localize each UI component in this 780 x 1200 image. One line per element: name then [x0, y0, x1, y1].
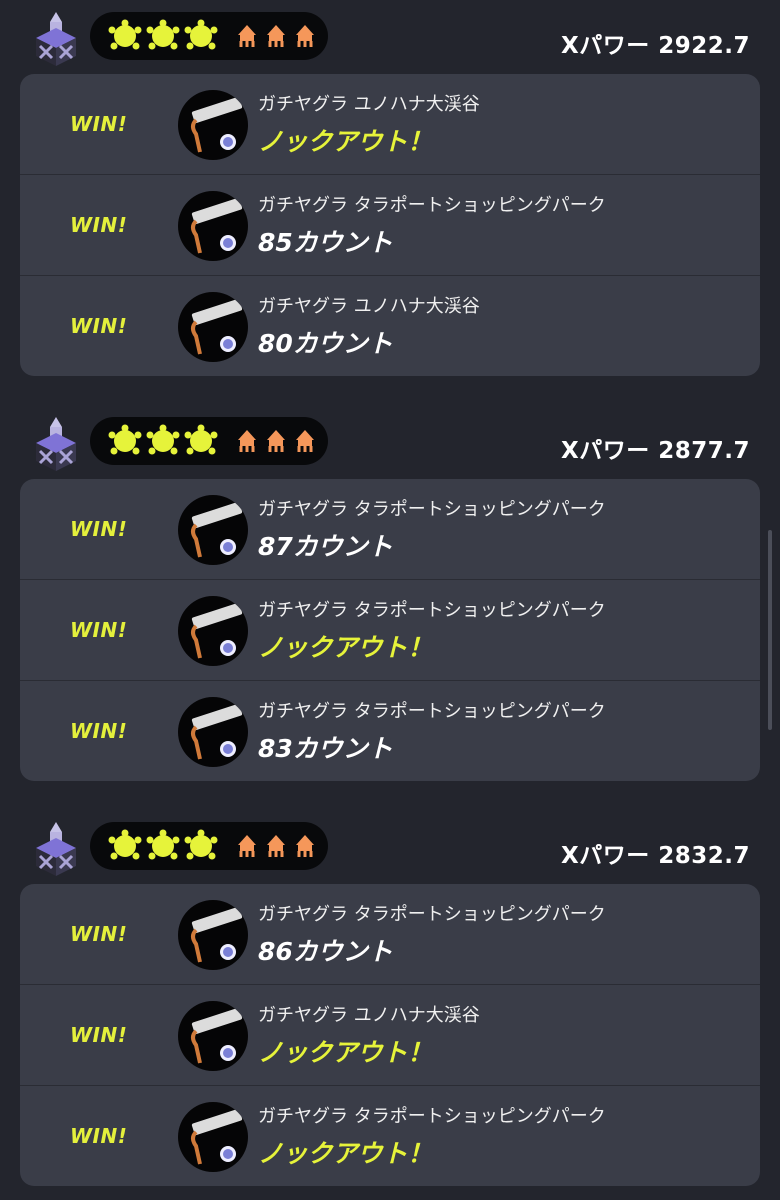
stage-name: ガチヤグラ ユノハナ大渓谷 [258, 1005, 480, 1026]
squid-icon [267, 430, 285, 452]
squid-icon [267, 835, 285, 857]
match-row[interactable]: WIN! ガチヤグラ タラポートショッピングパーク ノックアウト！ [20, 579, 760, 680]
match-card: WIN! ガチヤグラ タラポートショッピングパーク 87カウント WIN! ガチ… [20, 479, 760, 781]
squid-icon [296, 835, 314, 857]
splat-icon [184, 424, 218, 455]
match-row[interactable]: WIN! ガチヤグラ タラポートショッピングパーク 83カウント [20, 680, 760, 781]
tower-control-icon [36, 417, 76, 471]
win-label: WIN! [70, 618, 128, 642]
win-label: WIN! [70, 517, 128, 541]
inkbrush-weapon-icon [178, 596, 248, 666]
match-outcome: 85カウント [258, 228, 393, 257]
stage-name: ガチヤグラ タラポートショッピングパーク [258, 701, 606, 722]
inkbrush-weapon-icon [178, 495, 248, 565]
match-row[interactable]: WIN! ガチヤグラ タラポートショッピングパーク 85カウント [20, 174, 760, 275]
match-outcome: ノックアウト！ [258, 127, 433, 156]
tower-control-icon [36, 822, 76, 876]
inkbrush-weapon-icon [178, 292, 248, 362]
inkbrush-weapon-icon [178, 191, 248, 261]
squid-icon [296, 25, 314, 47]
win-loss-indicator [90, 417, 328, 465]
x-power-value: Xパワー 2832.7 [561, 843, 750, 869]
match-outcome: ノックアウト！ [258, 1139, 433, 1168]
splat-icon [108, 19, 142, 50]
inkbrush-weapon-icon [178, 1102, 248, 1172]
inkbrush-weapon-icon [178, 900, 248, 970]
match-card: WIN! ガチヤグラ タラポートショッピングパーク 86カウント WIN! ガチ… [20, 884, 760, 1186]
stage-name: ガチヤグラ タラポートショッピングパーク [258, 499, 606, 520]
x-power-value: Xパワー 2877.7 [561, 438, 750, 464]
match-outcome: 80カウント [258, 329, 393, 358]
match-outcome: ノックアウト！ [258, 633, 433, 662]
inkbrush-weapon-icon [178, 697, 248, 767]
splat-icon [146, 19, 180, 50]
splat-icon [146, 424, 180, 455]
inkbrush-weapon-icon [178, 90, 248, 160]
squid-icon [238, 25, 256, 47]
match-row[interactable]: WIN! ガチヤグラ ユノハナ大渓谷 ノックアウト！ [20, 984, 760, 1085]
match-outcome: 86カウント [258, 937, 393, 966]
squid-icon [267, 25, 285, 47]
match-set: Xパワー 2922.7 WIN! ガチヤグラ ユノハナ大渓谷 ノックアウト！ W… [0, 0, 780, 376]
win-label: WIN! [70, 213, 128, 237]
splat-icon [184, 19, 218, 50]
inkbrush-weapon-icon [178, 1001, 248, 1071]
set-header: Xパワー 2922.7 [0, 0, 780, 72]
match-set: Xパワー 2832.7 WIN! ガチヤグラ タラポートショッピングパーク 86… [0, 810, 780, 1186]
match-set: Xパワー 2877.7 WIN! ガチヤグラ タラポートショッピングパーク 87… [0, 405, 780, 781]
splat-icon [146, 829, 180, 860]
match-row[interactable]: WIN! ガチヤグラ ユノハナ大渓谷 ノックアウト！ [20, 74, 760, 174]
match-outcome: ノックアウト！ [258, 1038, 433, 1067]
splat-icon [184, 829, 218, 860]
stage-name: ガチヤグラ タラポートショッピングパーク [258, 600, 606, 621]
stage-name: ガチヤグラ タラポートショッピングパーク [258, 195, 606, 216]
scrollbar[interactable] [768, 530, 772, 730]
splat-icon [108, 424, 142, 455]
match-outcome: 83カウント [258, 734, 393, 763]
stage-name: ガチヤグラ ユノハナ大渓谷 [258, 94, 480, 115]
win-label: WIN! [70, 1124, 128, 1148]
match-row[interactable]: WIN! ガチヤグラ ユノハナ大渓谷 80カウント [20, 275, 760, 376]
win-label: WIN! [70, 922, 128, 946]
splat-icon [108, 829, 142, 860]
win-loss-indicator [90, 822, 328, 870]
match-outcome: 87カウント [258, 532, 393, 561]
win-label: WIN! [70, 314, 128, 338]
squid-icon [238, 430, 256, 452]
match-row[interactable]: WIN! ガチヤグラ タラポートショッピングパーク ノックアウト！ [20, 1085, 760, 1186]
set-header: Xパワー 2877.7 [0, 405, 780, 477]
stage-name: ガチヤグラ タラポートショッピングパーク [258, 904, 606, 925]
match-row[interactable]: WIN! ガチヤグラ タラポートショッピングパーク 86カウント [20, 884, 760, 984]
win-label: WIN! [70, 719, 128, 743]
win-label: WIN! [70, 112, 128, 136]
squid-icon [296, 430, 314, 452]
tower-control-icon [36, 12, 76, 66]
squid-icon [238, 835, 256, 857]
stage-name: ガチヤグラ タラポートショッピングパーク [258, 1106, 606, 1127]
x-power-value: Xパワー 2922.7 [561, 33, 750, 59]
match-row[interactable]: WIN! ガチヤグラ タラポートショッピングパーク 87カウント [20, 479, 760, 579]
set-header: Xパワー 2832.7 [0, 810, 780, 882]
win-label: WIN! [70, 1023, 128, 1047]
match-card: WIN! ガチヤグラ ユノハナ大渓谷 ノックアウト！ WIN! ガチヤグラ タラ… [20, 74, 760, 376]
win-loss-indicator [90, 12, 328, 60]
stage-name: ガチヤグラ ユノハナ大渓谷 [258, 296, 480, 317]
